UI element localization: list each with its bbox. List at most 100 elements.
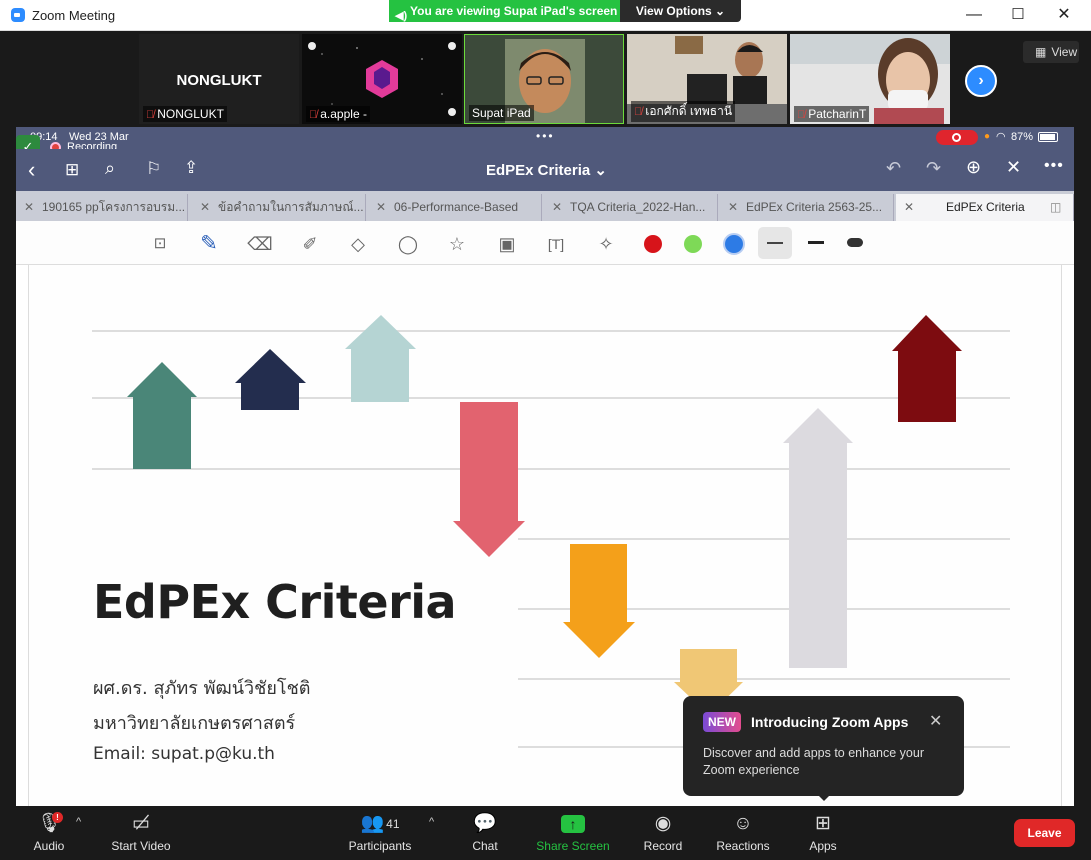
battery-percent: 87% (1011, 131, 1034, 143)
chat-button[interactable]: 💬 Chat (466, 812, 504, 853)
participants-icon: 👥 41 (360, 813, 400, 834)
apps-button[interactable]: ⊞ Apps (805, 812, 841, 853)
participant-name: Supat iPad (472, 106, 531, 120)
document-tab[interactable]: ✕ 190165 ppโครงการอบรม... (16, 194, 188, 221)
redo-icon[interactable]: ↷ (926, 158, 941, 179)
mic-icon: 🎙! (36, 812, 63, 834)
split-view-icon[interactable]: ◫ (1050, 194, 1061, 221)
tab-label: TQA Criteria_2022-Han... (570, 200, 706, 214)
close-popup-icon[interactable]: ✕ (929, 711, 942, 731)
record-icon: ◉ (654, 813, 672, 834)
reactions-icon: ☺ (733, 813, 753, 834)
document-tab[interactable]: ✕ 06-Performance-Based (368, 194, 542, 221)
sticker-tool-icon[interactable]: ☆ (444, 231, 470, 257)
participants-label: Participants (348, 839, 412, 853)
view-button-label: View (1051, 45, 1078, 59)
up-arrow-lightblue (345, 315, 416, 402)
participant-tile[interactable]: 🎙̸ a.apple - (302, 34, 462, 124)
thickness-thin-button[interactable] (758, 227, 792, 259)
leave-button[interactable]: Leave (1014, 819, 1075, 847)
video-off-icon: ▭̸ (132, 813, 150, 834)
document-tab[interactable]: ✕ EdPEx Criteria 2563-25... (720, 194, 894, 221)
participant-name: NONGLUKT (157, 107, 224, 121)
thickness-thick-button[interactable] (847, 238, 863, 247)
slide-title: EdPEx Criteria (93, 575, 457, 629)
slide-email: Email: supat.p@ku.th (93, 744, 275, 764)
pen-tool-icon[interactable]: ✎ (196, 231, 222, 257)
grid-icon[interactable]: ⊞ (65, 160, 79, 180)
back-icon[interactable]: ‹ (28, 157, 35, 183)
laser-pointer-icon[interactable]: ✧ (593, 231, 619, 257)
tab-label: 190165 ppโครงการอบรม... (42, 200, 186, 214)
participant-name: PatcharinT (808, 107, 867, 121)
search-icon[interactable]: ⌕ (105, 158, 115, 179)
close-tab-icon[interactable]: ✕ (728, 194, 738, 221)
more-icon[interactable]: ••• (1044, 157, 1064, 175)
text-tool-icon[interactable]: [T] (543, 231, 569, 257)
color-green-swatch[interactable] (684, 235, 702, 253)
eraser-tool-icon[interactable]: ⌫ (247, 231, 273, 257)
up-arrow-teal (127, 362, 197, 469)
view-button[interactable]: ▦ View (1023, 41, 1079, 63)
participant-tile[interactable]: 🎙̸ เอกศักดิ์ เทพธานี (627, 34, 787, 124)
participant-tile[interactable]: Supat iPad (464, 34, 624, 124)
chat-icon: 💬 (473, 813, 497, 834)
reactions-button[interactable]: ☺ Reactions (714, 812, 772, 853)
document-title[interactable]: EdPEx Criteria ⌄ (486, 161, 607, 179)
reactions-label: Reactions (716, 839, 770, 853)
close-tab-icon[interactable]: ✕ (904, 194, 914, 221)
battery-icon (1038, 132, 1058, 142)
up-arrow-navy (235, 349, 306, 410)
close-tab-icon[interactable]: ✕ (552, 194, 562, 221)
muted-mic-icon: 🎙̸ (797, 109, 806, 121)
shapes-tool-icon[interactable]: ◇ (345, 231, 371, 257)
up-arrow-gray (783, 408, 853, 668)
add-page-icon[interactable]: ⊕ (966, 157, 981, 178)
audio-button[interactable]: 🎙! Audio (29, 812, 69, 853)
close-tab-icon[interactable]: ✕ (200, 194, 210, 221)
tab-label: EdPEx Criteria 2563-25... (746, 200, 883, 214)
highlighter-tool-icon[interactable]: ✐ (297, 231, 323, 257)
image-tool-icon[interactable]: ▣ (494, 231, 520, 257)
more-dots-icon: ••• (536, 129, 555, 143)
viewing-screen-text: You are viewing Supat iPad's screen (410, 4, 618, 18)
next-page-button[interactable]: › (965, 65, 997, 97)
select-tool-icon[interactable]: ⊡ (147, 231, 173, 257)
chevron-right-icon: › (978, 72, 984, 89)
close-pen-icon[interactable]: ✕ (1006, 157, 1021, 178)
zoom-window: Zoom Meeting — ☐ ✕ ◀) You are viewing Su… (0, 0, 1091, 860)
zoom-app-icon (11, 8, 25, 22)
tab-label: 06-Performance-Based (394, 200, 519, 214)
share-screen-label: Share Screen (536, 839, 610, 853)
participants-options-caret[interactable]: ^ (429, 816, 434, 828)
document-tab-active[interactable]: ✕ EdPEx Criteria ◫ (896, 194, 1074, 221)
participants-button[interactable]: 👥 41 Participants (344, 812, 416, 853)
grid-icon: ▦ (1035, 45, 1047, 59)
annotation-tools: ⊡ ✎ ⌫ ✐ ◇ ◯ ☆ ▣ [T] ✧ (16, 221, 1074, 265)
maximize-button[interactable]: ☐ (995, 0, 1041, 30)
thickness-medium-button[interactable] (808, 241, 824, 244)
document-tab[interactable]: ✕ ข้อคำถามในการสัมภาษณ์... (192, 194, 366, 221)
share-icon[interactable]: ⇪ (184, 158, 198, 178)
close-window-button[interactable]: ✕ (1041, 0, 1087, 30)
participant-tile[interactable]: 🎙̸ PatcharinT (790, 34, 950, 124)
window-title: Zoom Meeting (32, 8, 116, 23)
lasso-tool-icon[interactable]: ◯ (395, 231, 421, 257)
share-screen-button[interactable]: ↑ Share Screen (535, 812, 611, 853)
participant-tile[interactable]: NONGLUKT 🎙̸ NONGLUKT (139, 34, 299, 124)
apps-icon: ⊞ (815, 813, 831, 834)
close-tab-icon[interactable]: ✕ (24, 194, 34, 221)
start-video-button[interactable]: ▭̸ Start Video (108, 812, 174, 853)
slide-author: ผศ.ดร. สุภัทร พัฒน์วิชัยโชติ (93, 678, 311, 699)
color-red-swatch[interactable] (644, 235, 662, 253)
record-button[interactable]: ◉ Record (641, 812, 685, 853)
view-options-button[interactable]: View Options ⌄ (620, 0, 741, 22)
close-tab-icon[interactable]: ✕ (376, 194, 386, 221)
minimize-button[interactable]: — (951, 0, 997, 30)
audio-options-caret[interactable]: ^ (76, 816, 81, 828)
document-tab[interactable]: ✕ TQA Criteria_2022-Han... (544, 194, 718, 221)
undo-icon[interactable]: ↶ (886, 158, 901, 179)
bookmark-icon[interactable]: ⚐ (146, 159, 161, 179)
color-blue-swatch[interactable] (723, 233, 745, 255)
audio-label: Audio (33, 839, 65, 853)
